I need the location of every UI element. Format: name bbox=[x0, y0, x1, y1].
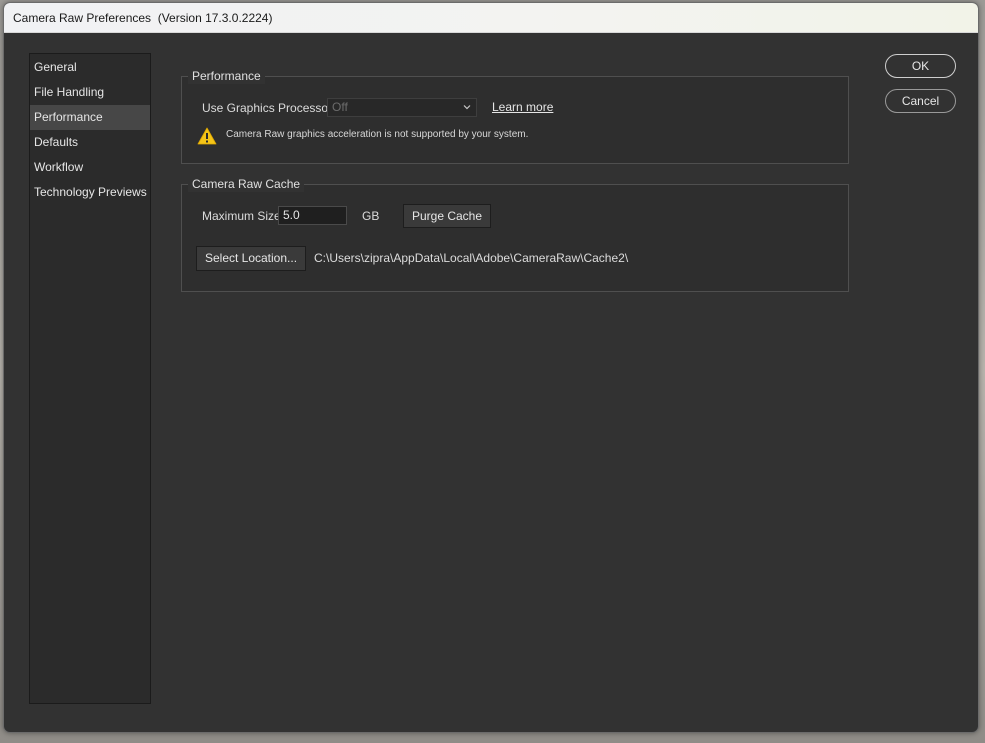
sidebar-item-technology-previews[interactable]: Technology Previews bbox=[30, 180, 150, 205]
max-size-input[interactable]: 5.0 bbox=[278, 206, 347, 225]
warning-triangle-icon bbox=[197, 127, 217, 145]
chevron-down-icon bbox=[463, 105, 471, 110]
performance-group: Performance Use Graphics Processor: Off … bbox=[181, 68, 849, 164]
graphics-processor-value: Off bbox=[332, 100, 348, 114]
sidebar-item-defaults[interactable]: Defaults bbox=[30, 130, 150, 155]
cache-path-text: C:\Users\zipra\AppData\Local\Adobe\Camer… bbox=[314, 251, 629, 265]
purge-cache-button[interactable]: Purge Cache bbox=[403, 204, 491, 228]
ok-button[interactable]: OK bbox=[885, 54, 956, 78]
select-location-button[interactable]: Select Location... bbox=[196, 246, 306, 271]
graphics-processor-select[interactable]: Off bbox=[327, 98, 477, 117]
performance-group-label: Performance bbox=[188, 68, 265, 84]
sidebar-item-performance[interactable]: Performance bbox=[30, 105, 150, 130]
cache-group-label: Camera Raw Cache bbox=[188, 176, 305, 192]
preferences-dialog: Camera Raw Preferences (Version 17.3.0.2… bbox=[3, 2, 979, 733]
gpu-warning-text: Camera Raw graphics acceleration is not … bbox=[226, 129, 529, 140]
max-size-label: Maximum Size: bbox=[202, 209, 285, 223]
sidebar-item-general[interactable]: General bbox=[30, 55, 150, 80]
sidebar-item-file-handling[interactable]: File Handling bbox=[30, 80, 150, 105]
sidebar: General File Handling Performance Defaul… bbox=[29, 53, 151, 704]
camera-raw-cache-group: Camera Raw Cache Maximum Size: 5.0 GB Pu… bbox=[181, 176, 849, 292]
size-unit-label: GB bbox=[362, 209, 380, 223]
sidebar-item-workflow[interactable]: Workflow bbox=[30, 155, 150, 180]
gpu-label: Use Graphics Processor: bbox=[202, 101, 336, 115]
window-title: Camera Raw Preferences (Version 17.3.0.2… bbox=[13, 11, 273, 25]
title-bar[interactable]: Camera Raw Preferences (Version 17.3.0.2… bbox=[4, 3, 978, 33]
learn-more-link[interactable]: Learn more bbox=[492, 100, 553, 114]
cancel-button[interactable]: Cancel bbox=[885, 89, 956, 113]
